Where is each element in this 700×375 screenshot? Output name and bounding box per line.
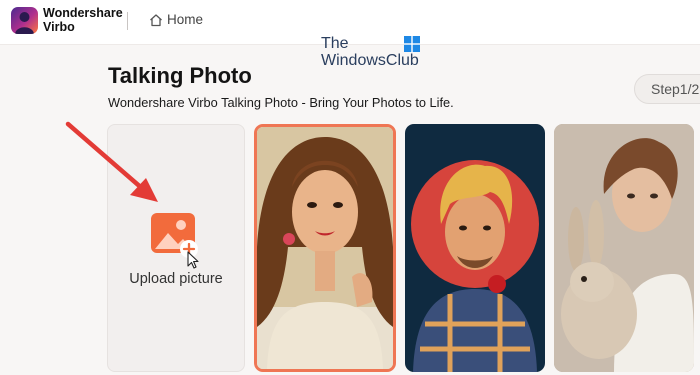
virbo-logo-icon [11,7,38,34]
man-with-rose-image [405,124,545,372]
upload-picture-label[interactable]: Upload picture [107,271,245,287]
watermark-logo-icon [404,36,420,52]
home-link[interactable]: Home [167,12,203,27]
image-add-icon[interactable] [151,213,203,269]
brand-name: Wondershare [43,6,123,20]
step-indicator: Step1/2 [634,74,700,104]
page-title: Talking Photo [108,63,252,88]
photo-man-with-rose[interactable] [405,124,545,372]
vintage-woman-image [257,127,393,369]
watermark-line2: WindowsClub [321,52,419,69]
watermark-line1: The [321,35,349,52]
photo-boy-with-rabbit[interactable] [554,124,694,372]
watermark: The WindowsClub [321,36,431,70]
annotation-arrow [65,121,158,202]
brand-product: Virbo [43,20,75,34]
divider [127,12,128,30]
boy-with-rabbit-image [554,124,694,372]
photo-vintage-woman[interactable] [254,124,396,372]
home-icon[interactable] [149,13,163,27]
page-subtitle: Wondershare Virbo Talking Photo - Bring … [108,95,454,110]
